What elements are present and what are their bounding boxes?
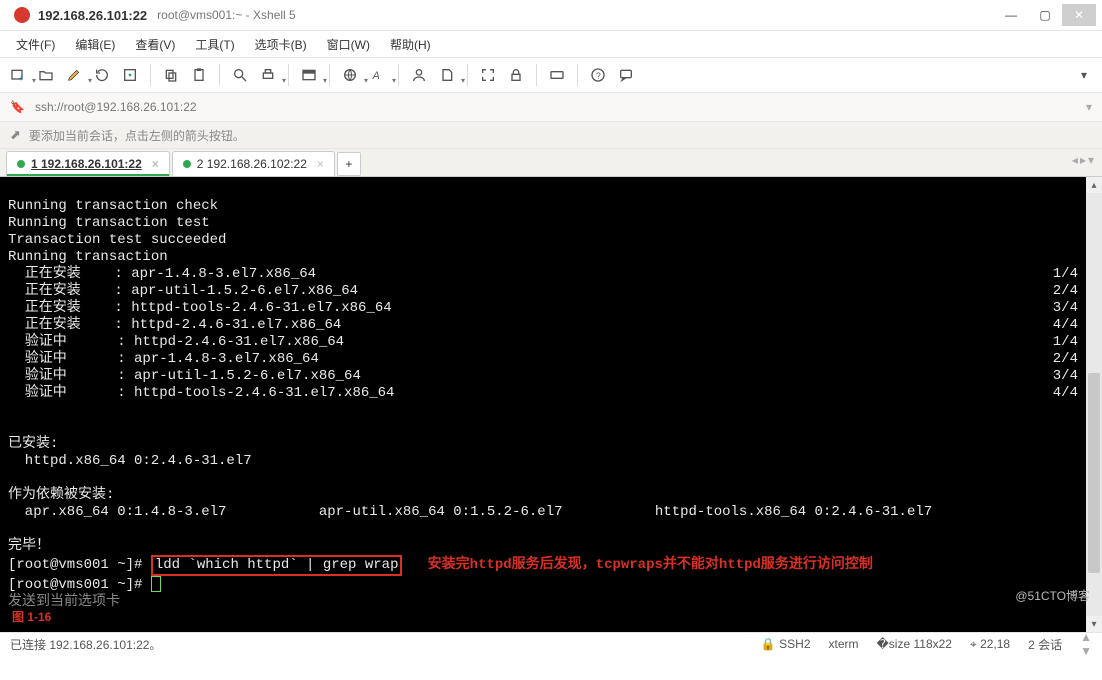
status-proto: 🔒 SSH2 xyxy=(761,637,811,651)
app-icon xyxy=(14,7,30,23)
window-titlebar: 192.168.26.101:22 root@vms001:~ - Xshell… xyxy=(0,0,1102,31)
reconnect-icon[interactable] xyxy=(90,63,114,87)
chat-icon[interactable] xyxy=(614,63,638,87)
scroll-thumb[interactable] xyxy=(1088,373,1100,573)
annotation-text: 安装完httpd服务后发现，tcpwraps并不能对httpd服务进行访问控制 xyxy=(402,557,872,573)
svg-text:?: ? xyxy=(596,70,601,80)
menu-window[interactable]: 窗口(W) xyxy=(317,36,380,53)
help-icon[interactable]: ? xyxy=(586,63,610,87)
hint-text: 要添加当前会话，点击左侧的箭头按钮。 xyxy=(29,127,245,144)
status-dot-icon xyxy=(183,160,191,168)
terminal[interactable]: Running transaction check Running transa… xyxy=(0,177,1086,632)
status-dot-icon xyxy=(17,160,25,168)
tab-scroll-left-icon[interactable]: ◂ xyxy=(1072,153,1078,167)
keyboard-icon[interactable] xyxy=(545,63,569,87)
scroll-track[interactable] xyxy=(1086,193,1102,616)
find-icon[interactable] xyxy=(228,63,252,87)
color-scheme-icon[interactable]: ▾ xyxy=(297,63,321,87)
tab-close-icon[interactable]: × xyxy=(152,157,159,171)
scroll-down-icon[interactable]: ▾ xyxy=(1086,616,1102,632)
script-icon[interactable]: ▾ xyxy=(435,63,459,87)
status-bar: 已连接 192.168.26.101:22。 🔒 SSH2 xterm �siz… xyxy=(0,632,1102,655)
user-icon[interactable] xyxy=(407,63,431,87)
status-cursor: ⌖ 22,18 xyxy=(970,637,1010,652)
new-session-icon[interactable]: +▾ xyxy=(6,63,30,87)
bookmark-icon[interactable]: 🔖 xyxy=(10,100,25,114)
menu-help[interactable]: 帮助(H) xyxy=(380,36,441,53)
title-host: 192.168.26.101:22 xyxy=(38,8,147,23)
paste-icon[interactable] xyxy=(187,63,211,87)
hint-bar: ⬈ 要添加当前会话，点击左侧的箭头按钮。 xyxy=(0,122,1102,149)
menu-edit[interactable]: 编辑(E) xyxy=(65,36,125,53)
menu-tools[interactable]: 工具(T) xyxy=(185,36,244,53)
hint-arrow-icon[interactable]: ⬈ xyxy=(10,127,21,143)
toolbar-overflow-icon[interactable]: ▾ xyxy=(1072,63,1096,87)
figure-label: 图 1-16 xyxy=(8,607,55,626)
font-icon[interactable]: A▾ xyxy=(366,63,390,87)
session-tab-1[interactable]: 1 192.168.26.101:22 × xyxy=(6,151,170,176)
address-input[interactable] xyxy=(33,99,1078,115)
menubar: 文件(F) 编辑(E) 查看(V) 工具(T) 选项卡(B) 窗口(W) 帮助(… xyxy=(0,31,1102,58)
prompt: [root@vms001 ~]# xyxy=(8,577,151,593)
terminal-area: Running transaction check Running transa… xyxy=(0,177,1102,632)
tab-list-icon[interactable]: ▾ xyxy=(1088,153,1094,167)
fullscreen-icon[interactable] xyxy=(476,63,500,87)
maximize-button[interactable]: ▢ xyxy=(1028,4,1062,26)
copy-icon[interactable] xyxy=(159,63,183,87)
toolbar: +▾ ▾ ▾ ▾ ▾ A▾ ▾ ? ▾ xyxy=(0,58,1102,93)
close-button[interactable]: ✕ xyxy=(1062,4,1096,26)
session-tab-2[interactable]: 2 192.168.26.102:22 × xyxy=(172,151,335,176)
minimize-button[interactable]: — xyxy=(994,4,1028,26)
tab2-label: 2 192.168.26.102:22 xyxy=(197,157,307,171)
cursor-icon xyxy=(151,576,161,592)
tab-strip: 1 192.168.26.101:22 × 2 192.168.26.102:2… xyxy=(0,149,1102,177)
edit-icon[interactable]: ▾ xyxy=(62,63,86,87)
status-sessions: 2 会话 xyxy=(1028,636,1062,653)
svg-text:A: A xyxy=(372,70,380,82)
menu-tabs[interactable]: 选项卡(B) xyxy=(245,36,317,53)
lock-icon[interactable] xyxy=(504,63,528,87)
open-icon[interactable] xyxy=(34,63,58,87)
properties-icon[interactable] xyxy=(118,63,142,87)
address-bar: 🔖 ▾ xyxy=(0,93,1102,122)
print-icon[interactable]: ▾ xyxy=(256,63,280,87)
address-overflow-icon[interactable]: ▾ xyxy=(1086,100,1092,114)
highlighted-command: ldd `which httpd` | grep wrap xyxy=(151,555,403,576)
menu-file[interactable]: 文件(F) xyxy=(6,36,65,53)
scroll-up-icon[interactable]: ▴ xyxy=(1086,177,1102,193)
menu-view[interactable]: 查看(V) xyxy=(125,36,185,53)
prompt: [root@vms001 ~]# xyxy=(8,557,151,573)
status-size: �size 118x22 xyxy=(877,637,952,651)
tab-close-icon[interactable]: × xyxy=(317,157,324,171)
tab1-label: 1 192.168.26.101:22 xyxy=(31,157,142,171)
tab-scroll-right-icon[interactable]: ▸ xyxy=(1080,153,1086,167)
scrollbar[interactable]: ▴ ▾ xyxy=(1086,177,1102,632)
svg-text:+: + xyxy=(19,74,24,83)
add-tab-button[interactable]: + xyxy=(337,152,361,176)
status-overflow-icon[interactable]: ▲▼ xyxy=(1080,630,1092,658)
language-icon[interactable]: ▾ xyxy=(338,63,362,87)
status-term: xterm xyxy=(829,637,859,651)
status-connection: 已连接 192.168.26.101:22。 xyxy=(10,636,161,653)
title-suffix: root@vms001:~ - Xshell 5 xyxy=(157,8,296,22)
